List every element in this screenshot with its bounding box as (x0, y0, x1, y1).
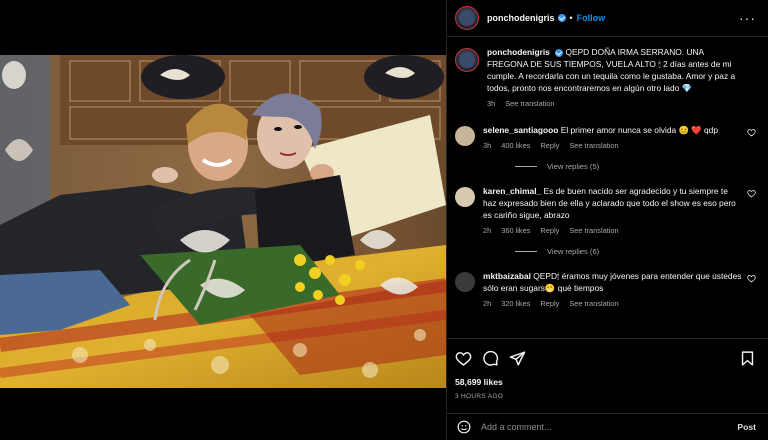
add-comment-bar: Post (447, 413, 768, 440)
caption-see-translation[interactable]: See translation (505, 98, 554, 110)
author-avatar[interactable] (455, 6, 479, 30)
comment-see-translation[interactable]: See translation (569, 298, 618, 310)
comment-input[interactable] (481, 422, 738, 432)
caption-username[interactable]: ponchodenigris (487, 47, 550, 57)
comment-time: 2h (483, 299, 492, 308)
likes-count[interactable]: 58,699 likes (455, 377, 756, 387)
emoji-icon[interactable] (457, 420, 471, 434)
commenter-avatar[interactable] (455, 272, 475, 292)
comment-item: selene_santiagooo El primer amor nunca s… (455, 124, 756, 152)
comment-text: El primer amor nunca se olvida 😊 ❤️ qdp (560, 125, 718, 135)
follow-button[interactable]: Follow (577, 13, 606, 23)
post-side-panel: ponchodenigris • Follow ··· ponchodenigr… (446, 0, 768, 440)
comment-username[interactable]: mktbaizabal (483, 271, 531, 281)
author-username[interactable]: ponchodenigris (487, 13, 555, 23)
dot-separator: • (569, 13, 573, 23)
post-photo[interactable] (0, 55, 446, 388)
commenter-avatar[interactable] (455, 126, 475, 146)
comment-bubble-icon[interactable] (482, 350, 499, 367)
caption-author-avatar[interactable] (455, 48, 479, 72)
comment-username[interactable]: selene_santiagooo (483, 125, 558, 135)
save-bookmark-icon[interactable] (739, 350, 756, 367)
comment-likes[interactable]: 320 likes (501, 298, 530, 310)
post-header: ponchodenigris • Follow ··· (447, 0, 768, 37)
comment-like-heart-icon[interactable] (747, 189, 756, 198)
commenter-avatar[interactable] (455, 187, 475, 207)
like-heart-icon[interactable] (455, 350, 472, 367)
comments-list[interactable]: ponchodenigris QEPD DOÑA IRMA SERRANO. U… (447, 38, 768, 338)
comment-reply[interactable]: Reply (540, 140, 559, 152)
comment-likes[interactable]: 360 likes (501, 225, 530, 237)
share-paper-plane-icon[interactable] (509, 350, 526, 367)
comment-see-translation[interactable]: See translation (569, 140, 618, 152)
view-replies-button[interactable]: View replies (5) (515, 162, 756, 171)
post-actions: 58,699 likes 3 HOURS AGO (447, 338, 768, 400)
comment-time: 3h (483, 141, 492, 150)
view-replies-button[interactable]: View replies (6) (515, 247, 756, 256)
verified-badge-icon (557, 14, 566, 22)
caption: ponchodenigris QEPD DOÑA IRMA SERRANO. U… (455, 46, 756, 110)
comment-item: karen_chimal_ Es de buen nacido ser agra… (455, 185, 756, 237)
comment-like-heart-icon[interactable] (747, 128, 756, 137)
post-time-ago: 3 HOURS AGO (455, 393, 504, 400)
comment-item: mktbaizabal QEPD🕯 éramos muy jóvenes par… (455, 270, 756, 310)
comment-likes[interactable]: 400 likes (501, 140, 530, 152)
post-image (0, 55, 446, 388)
comment-see-translation[interactable]: See translation (569, 225, 618, 237)
comment-time: 2h (483, 226, 492, 235)
media-area (0, 0, 446, 440)
comment-like-heart-icon[interactable] (747, 274, 756, 283)
comment-reply[interactable]: Reply (540, 225, 559, 237)
comment-username[interactable]: karen_chimal_ (483, 186, 541, 196)
more-horizontal-icon[interactable]: ··· (739, 11, 756, 25)
caption-time: 3h (487, 99, 496, 108)
post-comment-button[interactable]: Post (737, 422, 756, 432)
verified-badge-icon (555, 48, 564, 57)
comment-reply[interactable]: Reply (540, 298, 559, 310)
